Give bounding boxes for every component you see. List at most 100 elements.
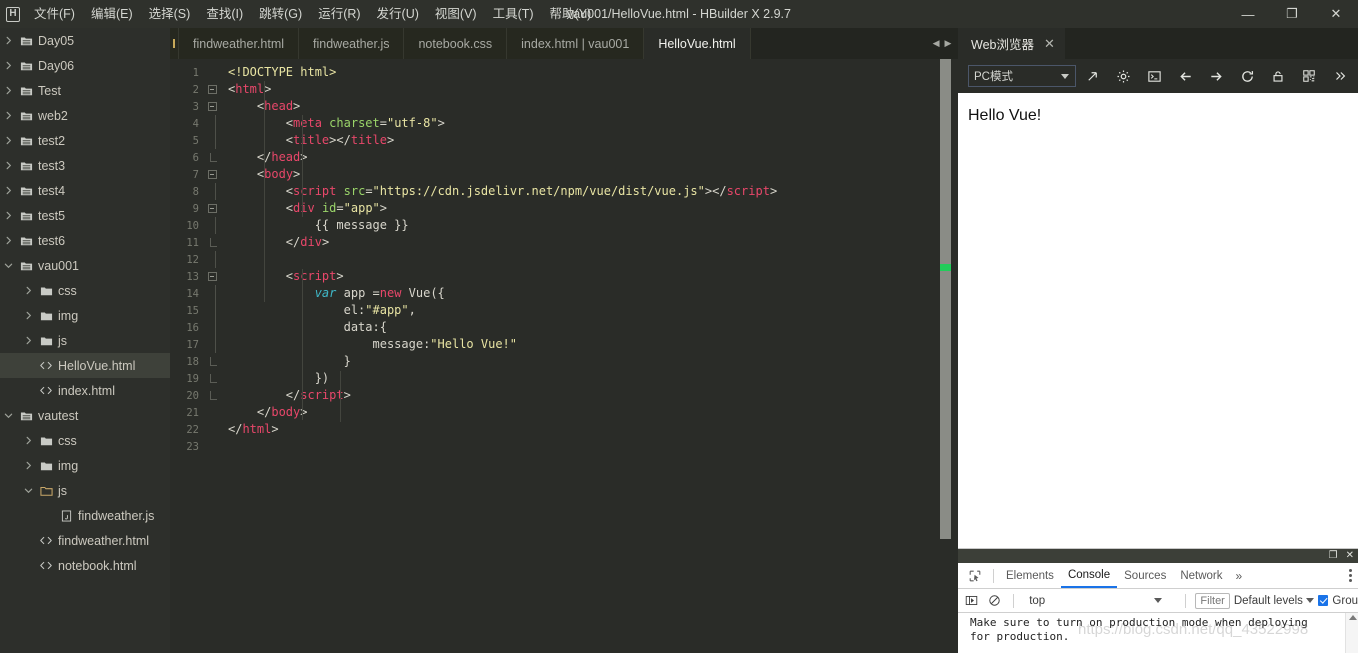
console-sidebar-toggle-icon[interactable] xyxy=(962,591,981,611)
tree-item-index-html[interactable]: index.html xyxy=(0,378,170,403)
tree-item-css[interactable]: css xyxy=(0,428,170,453)
maximize-button[interactable]: ❐ xyxy=(1270,0,1314,28)
code-line[interactable]: </script> xyxy=(226,387,958,404)
console-filter-input[interactable]: Filter xyxy=(1195,592,1230,609)
code-line[interactable]: el:"#app", xyxy=(226,302,958,319)
code-line[interactable]: <div id="app"> xyxy=(226,200,958,217)
menu-help[interactable]: 帮助(Y) xyxy=(542,0,600,28)
inspect-element-icon[interactable] xyxy=(962,564,988,588)
chevron-right-icon[interactable] xyxy=(0,128,16,153)
menu-file[interactable]: 文件(F) xyxy=(26,0,83,28)
code-line[interactable]: </div> xyxy=(226,234,958,251)
back-arrow-icon[interactable] xyxy=(1172,63,1200,89)
devtools-kebab-menu-icon[interactable] xyxy=(1349,569,1352,582)
editor-tab-strip[interactable]: findweather.html findweather.js notebook.c… xyxy=(179,28,926,59)
close-icon[interactable]: ✕ xyxy=(1044,36,1055,52)
menu-find[interactable]: 查找(I) xyxy=(198,0,251,28)
clear-console-icon[interactable] xyxy=(985,591,1004,611)
tree-item-hellovue-html[interactable]: HelloVue.html xyxy=(0,353,170,378)
tree-item-findweather-js[interactable]: findweather.js xyxy=(0,503,170,528)
chevron-right-icon[interactable] xyxy=(0,28,16,53)
fold-toggle-icon[interactable] xyxy=(202,204,222,213)
device-mode-select[interactable]: PC模式 xyxy=(968,65,1076,87)
open-external-icon[interactable] xyxy=(1079,63,1107,89)
code-line[interactable]: <head> xyxy=(226,98,958,115)
tree-item-css[interactable]: css xyxy=(0,278,170,303)
editor-tab-index[interactable]: index.html | vau001 xyxy=(507,28,645,59)
devtools-tablist[interactable]: Elements Console Sources Network xyxy=(999,563,1230,588)
tree-item-web2[interactable]: web2 xyxy=(0,103,170,128)
chevron-right-icon[interactable] xyxy=(0,228,16,253)
project-explorer-sidebar[interactable]: Day05 Day06 Test web2 test2 test3 test4 test5 te… xyxy=(0,28,170,653)
chevron-right-icon[interactable] xyxy=(0,178,16,203)
chevron-down-icon[interactable] xyxy=(20,478,36,503)
code-editor[interactable]: 1 2 3 4 5 6 7 8 9 10 11 12 13 14 15 16 17 18 19 20 21 22 23 <!… xyxy=(170,59,958,653)
console-levels-select[interactable]: Default levels xyxy=(1234,595,1314,607)
code-line[interactable] xyxy=(226,251,958,268)
console-scrollbar[interactable] xyxy=(1345,613,1358,653)
devtools-tab-console[interactable]: Console xyxy=(1060,563,1118,588)
tree-item-vautest[interactable]: vautest xyxy=(0,403,170,428)
gear-icon[interactable] xyxy=(1110,63,1138,89)
devtools-tab-network[interactable]: Network xyxy=(1173,563,1229,588)
menu-goto[interactable]: 跳转(G) xyxy=(251,0,310,28)
chevron-right-icon[interactable] xyxy=(20,428,36,453)
editor-vertical-scrollbar[interactable] xyxy=(940,59,951,539)
code-line[interactable]: <meta charset="utf-8"> xyxy=(226,115,958,132)
tree-item-test6[interactable]: test6 xyxy=(0,228,170,253)
qrcode-icon[interactable] xyxy=(1295,63,1323,89)
code-line[interactable]: }) xyxy=(226,370,958,387)
menu-view[interactable]: 视图(V) xyxy=(427,0,485,28)
editor-code-content[interactable]: <!DOCTYPE html> <html> <head> <meta chars… xyxy=(226,59,958,653)
tree-item-test5[interactable]: test5 xyxy=(0,203,170,228)
fold-toggle-icon[interactable] xyxy=(202,170,222,179)
code-line[interactable]: var app =new Vue({ xyxy=(226,285,958,302)
fold-toggle-icon[interactable] xyxy=(202,102,222,111)
chevron-right-icon[interactable] xyxy=(0,203,16,228)
devtools-tab-elements[interactable]: Elements xyxy=(999,563,1061,588)
editor-tab-findweather[interactable]: findweather.js xyxy=(299,28,405,59)
tree-item-img[interactable]: img xyxy=(0,453,170,478)
scroll-up-arrow-icon[interactable] xyxy=(1349,615,1357,620)
tree-item-js[interactable]: js xyxy=(0,478,170,503)
tree-item-img[interactable]: img xyxy=(0,303,170,328)
fold-toggle-icon[interactable] xyxy=(202,85,222,94)
tree-item-test[interactable]: Test xyxy=(0,78,170,103)
menu-publish[interactable]: 发行(U) xyxy=(369,0,427,28)
devtools-more-tabs-icon[interactable]: » xyxy=(1230,569,1249,583)
code-line[interactable]: data:{ xyxy=(226,319,958,336)
tree-item-notebook-html[interactable]: notebook.html xyxy=(0,553,170,578)
devtools-close-button[interactable]: ✕ xyxy=(1346,551,1354,561)
editor-gutter[interactable]: 1 2 3 4 5 6 7 8 9 10 11 12 13 14 15 16 17 18 19 20 21 22 23 xyxy=(170,59,226,653)
code-line[interactable]: <script> xyxy=(226,268,958,285)
unlock-icon[interactable] xyxy=(1264,63,1292,89)
code-line[interactable]: <html> xyxy=(226,81,958,98)
tree-item-test2[interactable]: test2 xyxy=(0,128,170,153)
tree-item-test3[interactable]: test3 xyxy=(0,153,170,178)
chevron-right-icon[interactable] xyxy=(20,453,36,478)
tree-item-findweather-html[interactable]: findweather.html xyxy=(0,528,170,553)
code-line[interactable]: <!DOCTYPE html> xyxy=(226,64,958,81)
tab-nav-arrows[interactable]: ◀ ▶ xyxy=(926,28,958,59)
editor-tab-hellovue[interactable]: HelloVue.html xyxy=(644,28,751,59)
browser-preview-viewport[interactable]: Hello Vue! xyxy=(958,93,1358,548)
chevron-right-icon[interactable] xyxy=(20,278,36,303)
console-output[interactable]: Make sure to turn on production mode whe… xyxy=(958,613,1358,653)
tree-item-day06[interactable]: Day06 xyxy=(0,53,170,78)
devtools-tab-sources[interactable]: Sources xyxy=(1117,563,1173,588)
code-line[interactable]: message:"Hello Vue!" xyxy=(226,336,958,353)
code-line[interactable]: <script src="https://cdn.jsdelivr.net/np… xyxy=(226,183,958,200)
tree-item-test4[interactable]: test4 xyxy=(0,178,170,203)
tree-item-vau001[interactable]: vau001 xyxy=(0,253,170,278)
chevron-right-icon[interactable] xyxy=(20,328,36,353)
code-line[interactable]: {{ message }} xyxy=(226,217,958,234)
tree-item-day05[interactable]: Day05 xyxy=(0,28,170,53)
code-line[interactable] xyxy=(226,438,958,455)
forward-arrow-icon[interactable] xyxy=(1202,63,1230,89)
chevron-down-icon[interactable] xyxy=(0,403,16,428)
console-context-select[interactable]: top xyxy=(1023,595,1176,607)
code-line[interactable]: </head> xyxy=(226,149,958,166)
code-line[interactable]: } xyxy=(226,353,958,370)
reload-icon[interactable] xyxy=(1233,63,1261,89)
console-icon[interactable] xyxy=(1141,63,1169,89)
